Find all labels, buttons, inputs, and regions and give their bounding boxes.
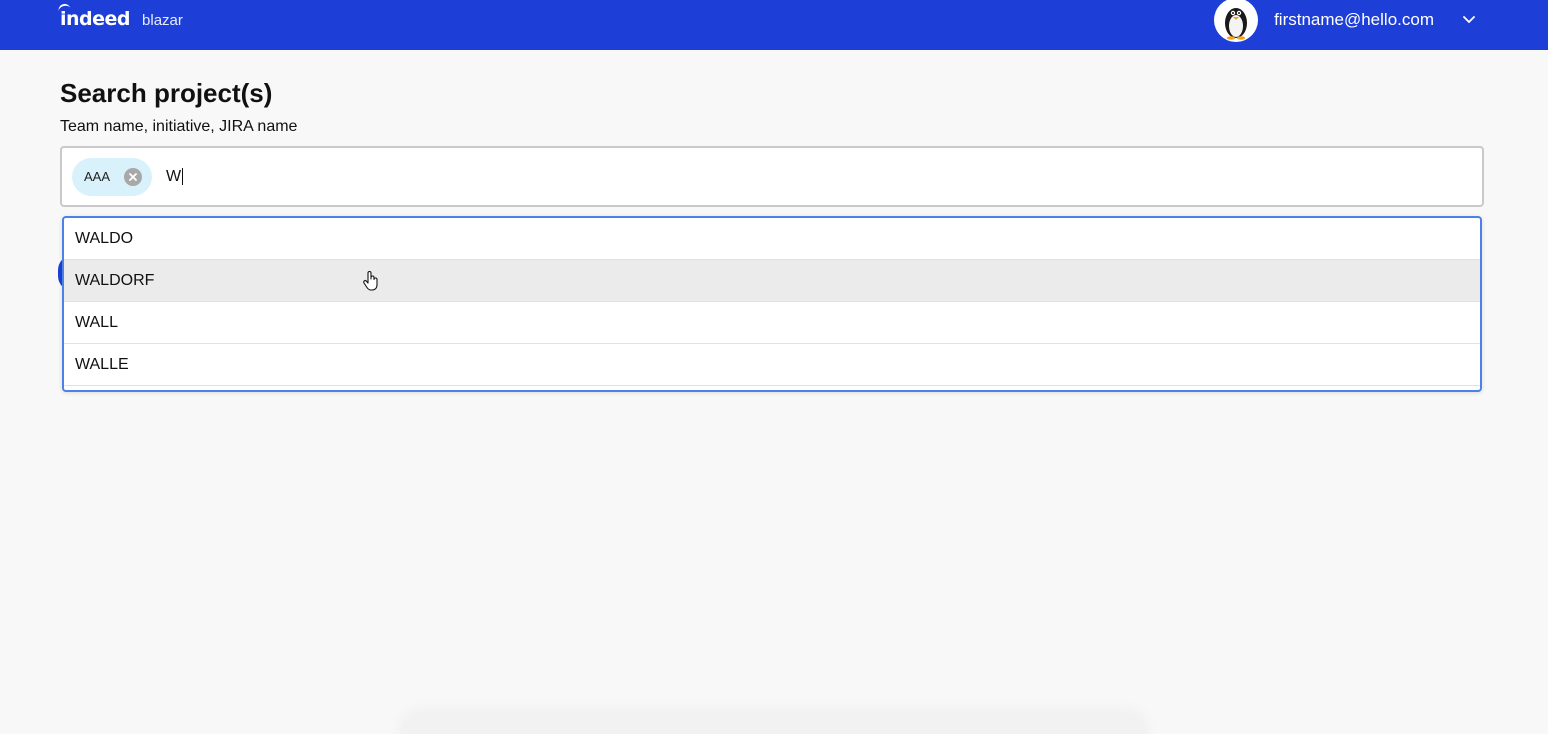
clear-circle-icon[interactable] — [124, 167, 143, 186]
dropdown-option[interactable]: WALL — [64, 302, 1480, 344]
page-title: Search project(s) — [60, 78, 273, 108]
brand-logo: indeed — [57, 2, 131, 30]
user-menu[interactable]: firstname@hello.com — [1214, 0, 1478, 42]
chevron-down-icon[interactable] — [1460, 11, 1478, 29]
footer-panel — [400, 716, 1148, 734]
selected-chip: AAA — [72, 157, 153, 196]
user-email[interactable]: firstname@hello.com — [1274, 10, 1434, 30]
dropdown-option[interactable]: WALDORF — [64, 260, 1480, 302]
chip-label: AAA — [84, 169, 111, 184]
app-logo[interactable]: indeed blazar — [57, 2, 183, 36]
hand-pointer-icon — [362, 270, 380, 297]
search-query-text[interactable]: W — [166, 167, 184, 186]
penguin-icon — [1225, 8, 1248, 40]
dropdown-option[interactable]: WALDO — [64, 218, 1480, 260]
product-name: blazar — [142, 12, 183, 29]
autocomplete-dropdown: WALDO WALDORF WALL WALLE — [62, 216, 1482, 392]
search-query: W — [166, 167, 182, 185]
top-nav-bar: indeed blazar firstname@hello.com — [0, 0, 1548, 50]
search-input[interactable]: AAA W — [60, 146, 1484, 207]
dropdown-option[interactable]: WALLE — [64, 344, 1480, 386]
avatar[interactable] — [1214, 0, 1259, 42]
text-caret — [182, 168, 184, 185]
brand-name: indeed — [60, 8, 131, 30]
search-field-label: Team name, initiative, JIRA name — [60, 118, 298, 135]
